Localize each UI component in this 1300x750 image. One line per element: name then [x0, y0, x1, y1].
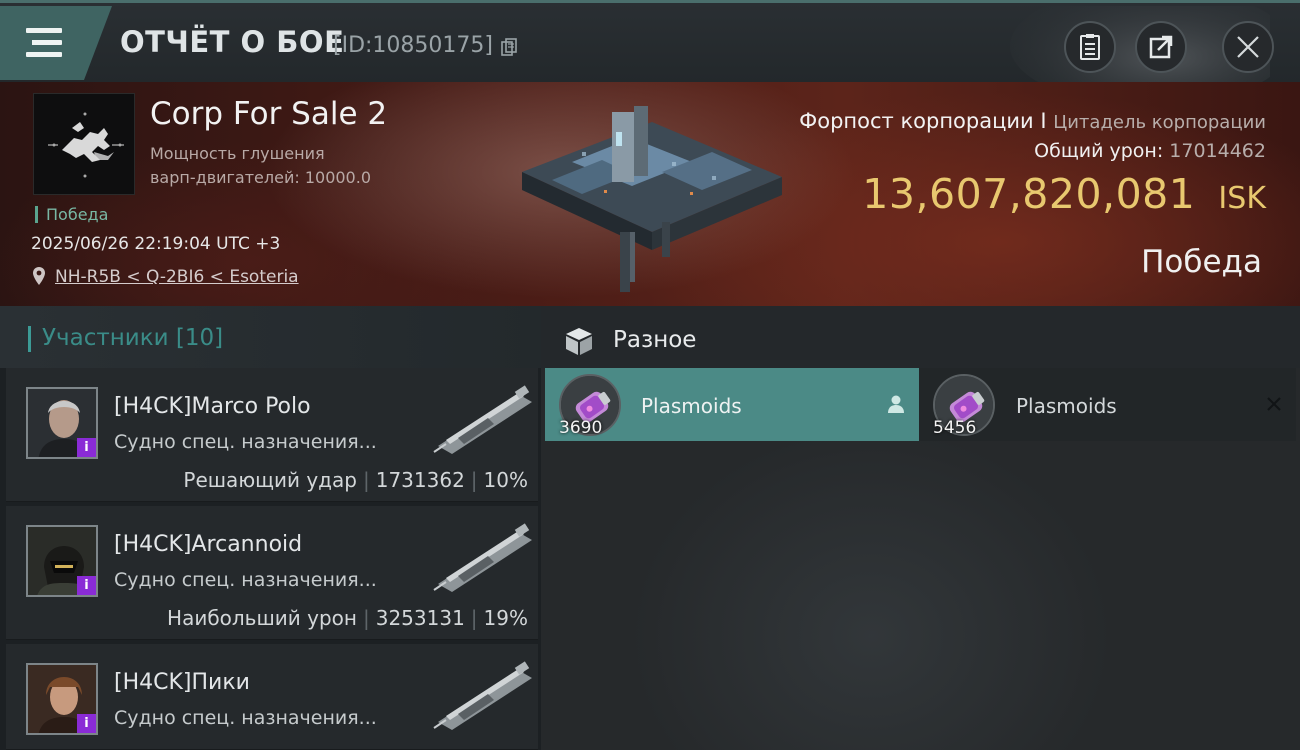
pilot-ship: Судно спец. назначения...: [114, 569, 377, 591]
page-title: ОТЧЁТ О БОЕ: [120, 25, 345, 59]
box-icon: [566, 328, 592, 355]
weapon-icon: [433, 661, 532, 730]
battle-id: [ID:10850175]: [333, 33, 493, 58]
participants-title: Участники [10]: [42, 325, 224, 351]
participant-row[interactable]: i [H4CK]Marco Polo Судно спец. назначени…: [6, 368, 538, 502]
item-name: Plasmoids: [641, 394, 742, 418]
total-damage-value: 17014462: [1169, 140, 1266, 162]
loot-item-selected[interactable]: 3690 Plasmoids: [545, 368, 919, 441]
participant-row[interactable]: i [H4CK]Arcannoid Судно спец. назначения…: [6, 506, 538, 640]
victim-ship: Форпост корпорации I Цитадель корпорации: [799, 109, 1266, 133]
person-icon: [888, 395, 904, 413]
item-quantity: 3690: [559, 418, 603, 438]
pilot-name: [H4CK]Marco Polo: [114, 394, 311, 419]
lion-emblem-icon: [48, 112, 124, 178]
corp-logo: [33, 93, 135, 195]
header: ОТЧЁТ О БОЕ [ID:10850175]: [0, 0, 1300, 85]
battle-outcome: Победа: [1141, 244, 1262, 280]
menu-icon-bar: [26, 52, 62, 57]
close-button[interactable]: [1222, 21, 1274, 73]
weapon-icon: [433, 523, 532, 592]
location-pin-icon: [33, 267, 45, 285]
pilot-name: [H4CK]Arcannoid: [114, 532, 303, 557]
total-damage-label: Общий урон:: [1034, 140, 1164, 162]
participant-row[interactable]: i [H4CK]Пики Судно спец. назначения...: [6, 644, 538, 750]
share-icon: [1149, 35, 1173, 59]
battle-banner: Corp For Sale 2 Мощность глушения варп-д…: [0, 82, 1300, 306]
misc-header: Разное: [541, 306, 1300, 368]
menu-icon-notch: [26, 40, 32, 45]
pilot-badge: i: [77, 714, 96, 733]
ship-name: Форпост корпорации I: [799, 109, 1047, 133]
share-button[interactable]: [1135, 21, 1187, 73]
pilot-ship: Судно спец. назначения...: [114, 707, 377, 729]
pilot-role: Наибольший урон: [167, 606, 357, 630]
corp-name: Corp For Sale 2: [150, 96, 388, 132]
structure-image: [522, 106, 782, 292]
result-tag: Победа: [35, 206, 108, 223]
isk-amount: 13,607,820,081: [862, 170, 1196, 218]
avatar[interactable]: i: [26, 663, 98, 735]
pilot-stats: Решающий удар | 1731362 | 10%: [183, 468, 528, 492]
participants-panel: Участники [10] i [H4CK]Marco Polo Судно …: [0, 306, 541, 750]
loot-item[interactable]: 5456 Plasmoids: [919, 368, 1296, 441]
total-damage: Общий урон: 17014462: [1034, 140, 1266, 162]
report-icon: [1080, 34, 1100, 60]
pilot-badge: i: [77, 576, 96, 595]
weapon-icon: [433, 385, 532, 454]
avatar[interactable]: i: [26, 525, 98, 597]
pilot-damage: 1731362: [375, 468, 465, 492]
misc-title: Разное: [613, 327, 697, 353]
close-icon: [1237, 36, 1259, 58]
pilot-ship: Судно спец. назначения...: [114, 431, 377, 453]
header-accent: [28, 326, 31, 352]
location-link[interactable]: NH-R5B < Q-2BI6 < Esoteria: [55, 267, 299, 287]
warp-jam-value: варп-двигателей: 10000.0: [150, 168, 371, 187]
menu-button[interactable]: [0, 6, 112, 80]
pilot-damage: 3253131: [375, 606, 465, 630]
item-quantity: 5456: [933, 418, 977, 438]
isk-currency: ISK: [1218, 181, 1266, 216]
misc-panel: Разное 3690 Plasmoids 5456 Plasmoids: [541, 306, 1300, 750]
pilot-badge: i: [77, 438, 96, 457]
battle-datetime: 2025/06/26 22:19:04 UTC +3: [31, 234, 281, 254]
avatar[interactable]: i: [26, 387, 98, 459]
participants-header[interactable]: Участники [10]: [0, 306, 541, 368]
warp-jam-label: Мощность глушения: [150, 144, 325, 163]
report-button[interactable]: [1064, 21, 1116, 73]
menu-icon: [26, 28, 62, 33]
x-icon: [1267, 397, 1281, 411]
ship-class: Цитадель корпорации: [1053, 112, 1266, 133]
item-name: Plasmoids: [1016, 394, 1117, 418]
pilot-percent: 19%: [483, 606, 528, 630]
pilot-name: [H4CK]Пики: [114, 670, 250, 695]
pilot-role: Решающий удар: [183, 468, 357, 492]
pilot-percent: 10%: [483, 468, 528, 492]
pilot-stats: Наибольший урон | 3253131 | 19%: [167, 606, 528, 630]
isk-value: 13,607,820,081 ISK: [862, 170, 1266, 218]
copy-icon[interactable]: [501, 38, 517, 56]
